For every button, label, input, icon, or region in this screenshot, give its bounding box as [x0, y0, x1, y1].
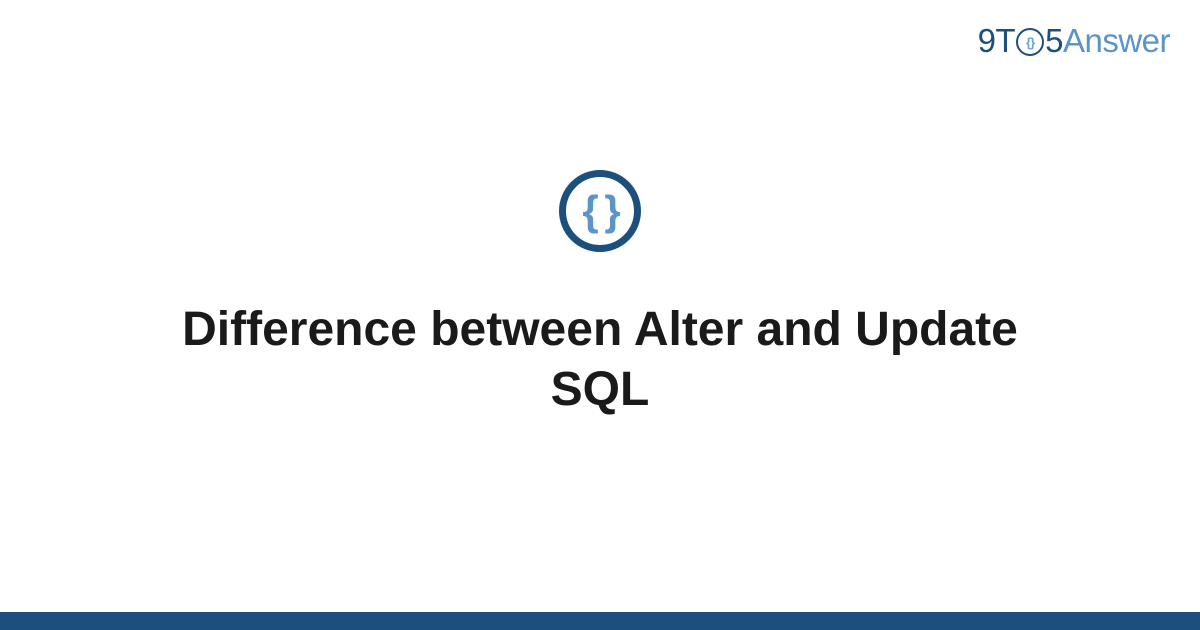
code-braces-icon: { } — [559, 170, 641, 252]
logo-five: 5 — [1045, 22, 1063, 60]
logo-suffix: Answer — [1063, 22, 1170, 60]
footer-bar — [0, 612, 1200, 630]
logo-o-braces: {} — [1026, 35, 1034, 50]
logo-o-circle: {} — [1016, 28, 1044, 56]
main-content: { } Difference between Alter and Update … — [0, 170, 1200, 420]
braces-glyph: { } — [582, 190, 617, 232]
logo-prefix: 9T — [978, 22, 1016, 60]
site-logo: 9T {} 5 Answer — [978, 22, 1170, 60]
page-title: Difference between Alter and Update SQL — [150, 300, 1050, 420]
